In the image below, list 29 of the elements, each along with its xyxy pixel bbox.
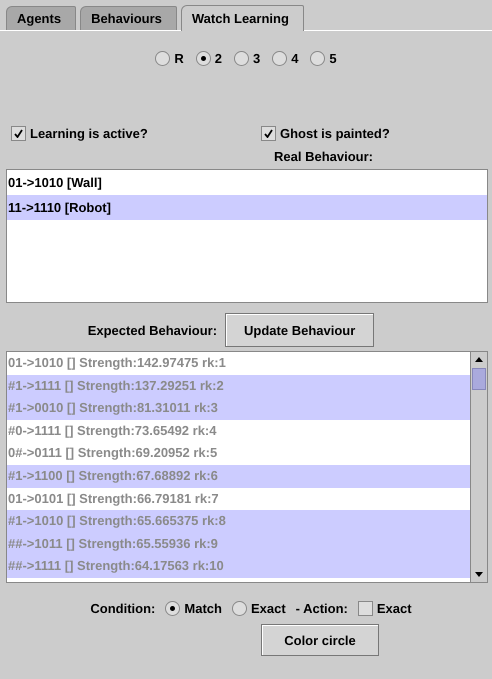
checkbox-label: Learning is active? [30, 126, 148, 141]
radio-label: 3 [252, 51, 260, 66]
radio-button[interactable] [272, 51, 288, 66]
radio-button[interactable] [310, 51, 326, 66]
radio-button[interactable] [196, 51, 211, 66]
list-item[interactable]: 11->1110 [Robot] [7, 195, 487, 220]
tab[interactable]: Watch Learning [180, 5, 304, 31]
checkbox[interactable] [358, 601, 373, 616]
radio-label: R [174, 51, 184, 66]
radio-button[interactable] [165, 601, 180, 616]
tab[interactable]: Agents [6, 6, 76, 30]
radio-label: 2 [214, 51, 222, 66]
color-circle-button[interactable]: Color circle [261, 624, 379, 656]
radio-label: Match [184, 601, 222, 616]
checkbox[interactable] [261, 126, 276, 141]
section-label: Expected Behaviour: [88, 322, 218, 338]
radio-button[interactable] [155, 51, 170, 66]
checkbox[interactable] [11, 126, 26, 141]
checkbox-label: Ghost is painted? [280, 126, 390, 141]
radio-button[interactable] [234, 51, 249, 66]
tab[interactable]: Behaviours [80, 6, 177, 30]
radio-button[interactable] [232, 601, 247, 616]
radio-label: Exact [250, 601, 286, 616]
radio-label: 5 [329, 51, 337, 66]
action-label: - Action: [296, 601, 348, 616]
section-label: Real Behaviour: [274, 149, 373, 165]
condition-label: Condition: [90, 601, 156, 616]
radio-label: 4 [291, 51, 298, 66]
checkbox-label: Exact [376, 601, 412, 616]
